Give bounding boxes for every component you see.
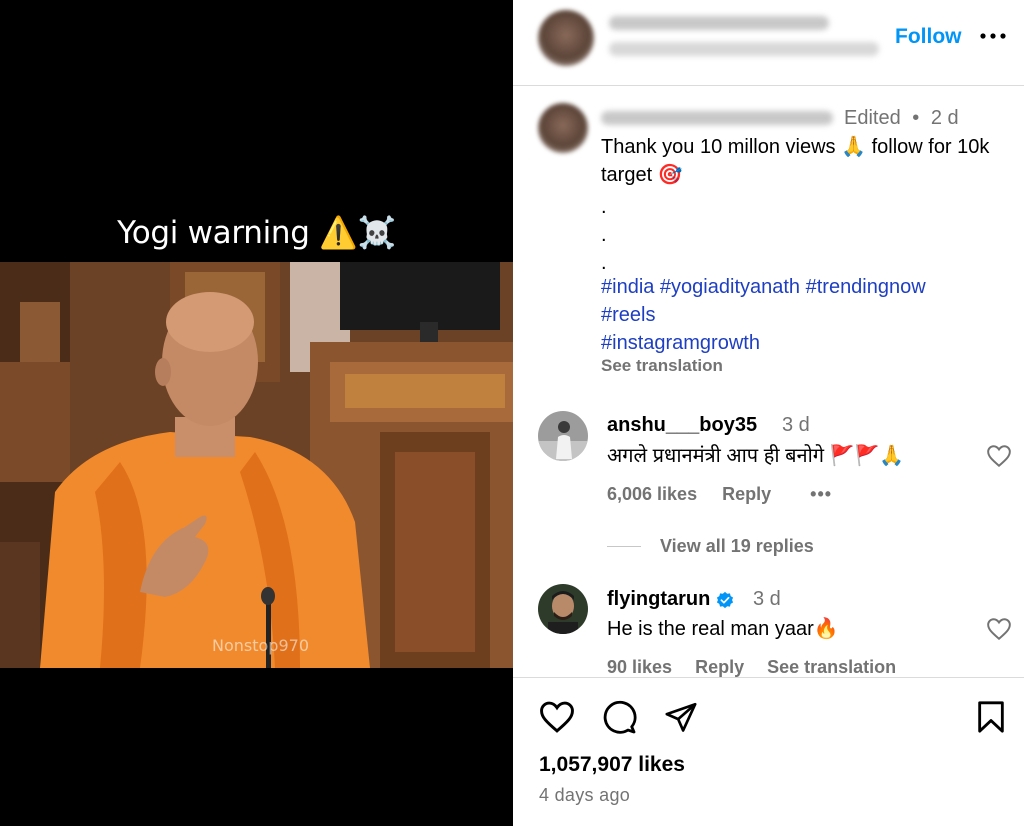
caption-dot: . xyxy=(601,196,607,218)
post-actions-bar: 1,057,907 likes 4 days ago xyxy=(513,677,1024,826)
video-frame[interactable] xyxy=(0,262,513,668)
follow-button[interactable]: Follow xyxy=(895,25,962,49)
hashtag-line[interactable]: #instagramgrowth xyxy=(601,329,1011,357)
comment-bubble-icon xyxy=(603,700,637,734)
comment-username[interactable]: anshu___boy35 xyxy=(607,414,757,437)
author-avatar[interactable] xyxy=(538,10,594,66)
comment-likes-count[interactable]: 6,006 likes xyxy=(607,484,697,504)
hashtag-line[interactable]: #reels xyxy=(601,301,1011,329)
post-details-panel: Follow Edited • 2 d Thank you 10 millon … xyxy=(513,0,1024,826)
verified-badge-icon xyxy=(716,591,734,608)
commenter-avatar[interactable] xyxy=(538,411,588,461)
heart-outline-icon xyxy=(987,618,1011,641)
avatar-image xyxy=(538,584,588,634)
comment-likes-count[interactable]: 90 likes xyxy=(607,657,672,677)
caption-time: 2 d xyxy=(930,107,959,129)
meta-separator: • xyxy=(912,107,920,129)
send-icon xyxy=(665,702,697,732)
video-caption-overlay: Yogi warning ⚠️☠️ xyxy=(0,214,513,251)
comment-like-button[interactable] xyxy=(986,617,1012,641)
avatar-image xyxy=(538,411,588,461)
video-caption-emojis: ⚠️☠️ xyxy=(319,215,396,251)
comment-time: 3 d xyxy=(782,414,810,436)
comment-username-text: flyingtarun xyxy=(607,588,711,610)
comment-text: अगले प्रधानमंत्री आप ही बनोगे 🚩🚩🙏 xyxy=(607,445,905,467)
comment-see-translation-link[interactable]: See translation xyxy=(767,657,896,677)
hashtag-line[interactable]: #india #yogiadityanath #trendingnow xyxy=(601,273,1011,301)
share-button[interactable] xyxy=(663,700,699,739)
caption-author-username-blurred[interactable] xyxy=(601,111,833,125)
comment-actions: 90 likes Reply See translation xyxy=(607,657,896,678)
heart-outline-icon xyxy=(987,445,1011,468)
author-username-blurred[interactable] xyxy=(609,16,829,30)
caption-hashtags: #india #yogiadityanath #trendingnow #ree… xyxy=(601,273,1011,357)
video-watermark: Nonstop970 xyxy=(212,636,309,655)
bookmark-icon xyxy=(978,701,1004,733)
edited-label: Edited xyxy=(844,107,901,129)
commenter-avatar[interactable] xyxy=(538,584,588,634)
video-caption-text: Yogi warning xyxy=(117,215,310,251)
replies-divider-line xyxy=(607,546,641,547)
comment-more-button[interactable]: ••• xyxy=(810,484,832,504)
caption-see-translation-link[interactable]: See translation xyxy=(601,356,723,376)
comment-like-button[interactable] xyxy=(986,444,1012,468)
comment-button[interactable] xyxy=(601,699,637,740)
heart-icon xyxy=(540,701,574,733)
more-icon xyxy=(980,33,1006,39)
caption-dot: . xyxy=(601,224,607,246)
author-subtitle-blurred xyxy=(609,42,879,56)
comment-reply-button[interactable]: Reply xyxy=(722,484,771,504)
caption-author-avatar[interactable] xyxy=(538,103,588,153)
caption-edited-meta: Edited • 2 d xyxy=(844,107,959,130)
comment-actions: 6,006 likes Reply ••• xyxy=(607,484,832,505)
like-button[interactable] xyxy=(538,700,576,739)
comment-time: 3 d xyxy=(753,588,781,610)
video-still-image xyxy=(0,262,513,668)
caption-text: Thank you 10 millon views 🙏 follow for 1… xyxy=(601,136,990,186)
comment-username[interactable]: flyingtarun xyxy=(607,588,734,611)
comment-reply-button[interactable]: Reply xyxy=(695,657,744,677)
more-options-button[interactable] xyxy=(979,18,1007,49)
comment-text: He is the real man yaar🔥 xyxy=(607,618,839,640)
reel-media-panel[interactable]: Yogi warning ⚠️☠️ Nonstop970 xyxy=(0,0,513,826)
view-replies-link[interactable]: View all 19 replies xyxy=(660,536,814,557)
post-likes-count[interactable]: 1,057,907 likes xyxy=(539,753,685,777)
save-button[interactable] xyxy=(976,700,1006,739)
post-header: Follow xyxy=(513,0,1024,86)
post-timestamp: 4 days ago xyxy=(539,785,631,805)
caption-dots: . . . xyxy=(601,193,607,277)
